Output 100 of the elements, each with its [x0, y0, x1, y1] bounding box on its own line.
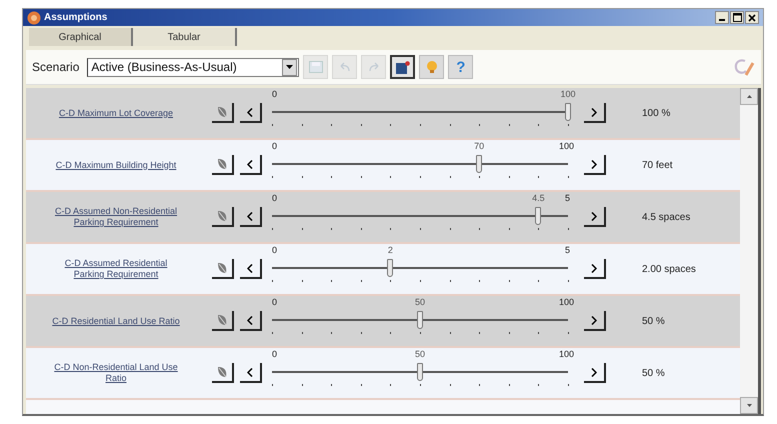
tab[interactable]: Tabular — [133, 28, 237, 46]
chevron-right-icon — [591, 160, 597, 168]
decrease-button[interactable] — [240, 207, 262, 227]
value-text: 50 % — [642, 368, 665, 378]
assumption-link[interactable]: C-D Maximum Building Height — [51, 160, 181, 170]
slider[interactable]: 0 2 5 — [262, 245, 578, 293]
leaf-icon — [216, 314, 228, 326]
slider-max-label: 100 — [558, 141, 574, 152]
slider-min-label: 0 — [272, 193, 278, 204]
app-icon — [27, 10, 41, 24]
chevron-left-icon — [247, 264, 253, 272]
slider-value-label: 4.5 — [532, 193, 545, 204]
slider-thumb[interactable] — [535, 207, 542, 225]
slider-min-label: 0 — [272, 297, 278, 308]
redo-icon — [368, 62, 380, 72]
chevron-right-icon — [591, 316, 597, 324]
slider-max-label: 100 — [558, 349, 574, 360]
decrease-button[interactable] — [240, 311, 262, 331]
maximize-icon — [732, 13, 742, 22]
window-title: Assumptions — [44, 12, 108, 23]
chevron-right-icon — [591, 212, 597, 220]
slider-thumb[interactable] — [417, 363, 423, 381]
increase-button[interactable] — [584, 259, 606, 279]
value-text: 70 feet — [642, 160, 673, 170]
value-text: 50 % — [642, 316, 665, 326]
chevron-right-icon — [591, 108, 597, 116]
chevron-left-icon — [247, 212, 253, 220]
slider-min-label: 0 — [272, 245, 278, 256]
reset-button[interactable] — [212, 155, 234, 175]
slider-value-label: 2 — [388, 245, 393, 256]
maximize-button[interactable] — [730, 11, 744, 24]
slider-value-label: 50 — [415, 349, 425, 360]
assumption-link[interactable]: C-D Maximum Lot Coverage — [51, 108, 181, 118]
value-text: 2.00 spaces — [642, 264, 696, 274]
slider[interactable]: 0 100 — [262, 89, 578, 137]
leaf-icon — [216, 366, 228, 378]
chevron-left-icon — [247, 316, 253, 324]
slider[interactable]: 0 50 100 — [262, 297, 578, 345]
close-icon — [748, 14, 756, 22]
leaf-icon — [216, 210, 228, 222]
slider-max-label: 100 — [558, 297, 574, 308]
undo-icon — [338, 62, 351, 72]
reset-button[interactable] — [212, 311, 234, 331]
reset-button[interactable] — [212, 207, 234, 227]
leaf-icon — [216, 106, 228, 118]
leaf-icon — [216, 262, 228, 274]
decrease-button[interactable] — [240, 259, 262, 279]
assumption-link[interactable]: C-D Assumed Non-Residential Parking Requirement — [51, 206, 181, 228]
scenario-label: Scenario — [32, 60, 80, 74]
value-text: 100 % — [642, 108, 670, 118]
leaf-icon — [216, 158, 228, 170]
save-icon — [308, 61, 323, 73]
slider-value-label: 70 — [474, 141, 484, 152]
slider-min-label: 0 — [272, 349, 278, 360]
scroll-up-icon — [746, 95, 752, 98]
slider-value-label: 100 — [560, 89, 576, 100]
chevron-left-icon — [247, 368, 253, 376]
reset-button[interactable] — [212, 363, 234, 383]
tab[interactable]: Graphical — [29, 28, 133, 46]
close-button[interactable] — [745, 11, 759, 24]
note-icon — [396, 60, 410, 74]
slider-thumb[interactable] — [476, 155, 482, 173]
increase-button[interactable] — [584, 363, 606, 383]
assumption-link[interactable]: C-D Non-Residential Land Use Ratio — [51, 362, 181, 384]
slider[interactable]: 0 50 100 — [262, 349, 578, 397]
slider-max-label: 5 — [565, 193, 570, 204]
increase-button[interactable] — [584, 311, 606, 331]
increase-button[interactable] — [584, 155, 606, 175]
scroll-down-icon — [746, 404, 752, 407]
minimize-icon — [719, 19, 725, 21]
decrease-button[interactable] — [240, 363, 262, 383]
slider-min-label: 0 — [272, 141, 278, 152]
scenario-dropdown[interactable]: Active (Business-As-Usual) — [87, 58, 300, 76]
slider[interactable]: 0 4.5 5 — [262, 193, 578, 241]
slider-thumb[interactable] — [565, 103, 571, 121]
chevron-left-icon — [247, 108, 253, 116]
chevron-left-icon — [247, 160, 253, 168]
slider-max-label: 5 — [565, 245, 570, 256]
slider-min-label: 0 — [272, 89, 278, 100]
slider-value-label: 50 — [415, 297, 425, 308]
slider[interactable]: 0 70 100 — [262, 141, 578, 189]
note-button[interactable] — [390, 55, 416, 79]
chevron-right-icon — [591, 264, 597, 272]
slider-thumb[interactable] — [387, 259, 394, 277]
reset-button[interactable] — [212, 103, 234, 123]
value-text: 4.5 spaces — [642, 212, 690, 222]
assumption-link[interactable]: C-D Residential Land Use Ratio — [51, 316, 181, 326]
slider-thumb[interactable] — [417, 311, 423, 329]
scrollbar[interactable] — [740, 88, 761, 414]
increase-button[interactable] — [584, 103, 606, 123]
minimize-button[interactable] — [715, 11, 729, 24]
assumption-link[interactable]: C-D Assumed Residential Parking Requirement — [51, 258, 181, 280]
decrease-button[interactable] — [240, 155, 262, 175]
chevron-right-icon — [591, 368, 597, 376]
dropdown-arrow-icon — [286, 65, 294, 69]
logo-icon — [733, 57, 755, 77]
lightbulb-icon — [424, 60, 439, 74]
decrease-button[interactable] — [240, 103, 262, 123]
increase-button[interactable] — [584, 207, 606, 227]
reset-button[interactable] — [212, 259, 234, 279]
